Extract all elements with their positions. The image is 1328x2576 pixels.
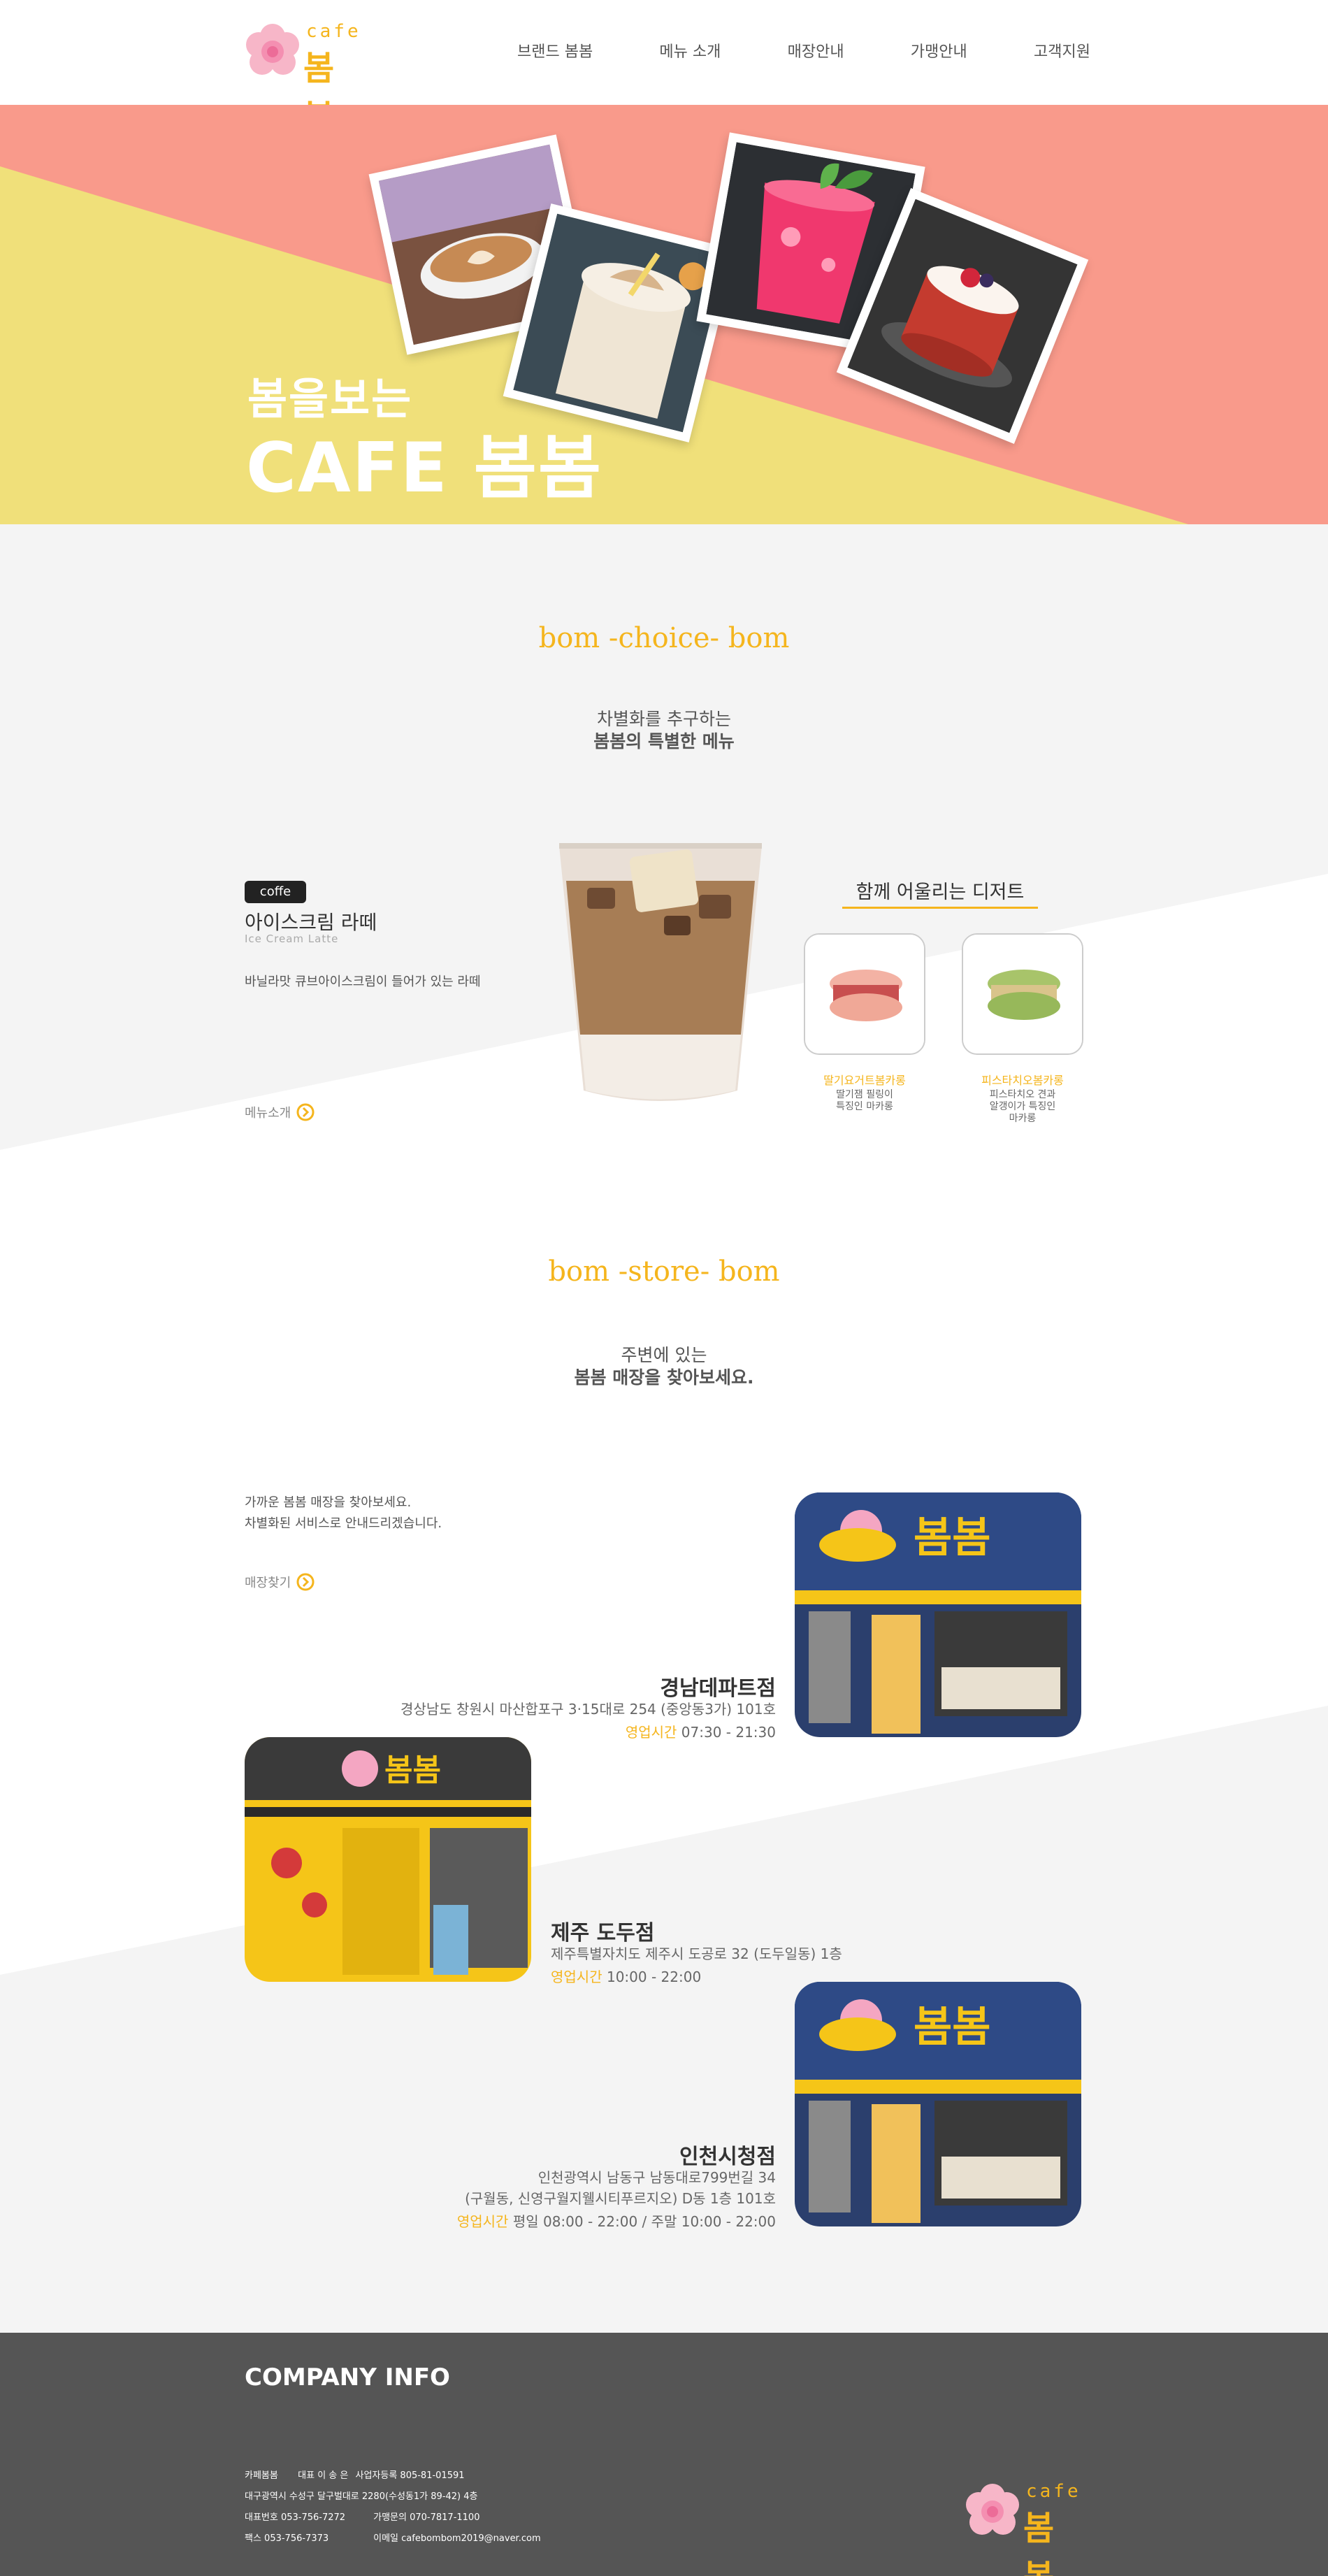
menu-more-link[interactable]: 메뉴소개 [245,1103,315,1121]
dessert-desc-1a: 딸기잼 필링이 [836,1089,893,1100]
store-addr-2: 제주특별자치도 제주시 도공로 32 (도두일동) 1층 [551,1945,842,1962]
hero-banner: 봄을보는 CAFE 봄봄 [0,105,1328,524]
footer-company: 카페봄봄 [245,2470,278,2481]
nav-franchise[interactable]: 가맹안내 [911,39,967,67]
store-find-label: 매장찾기 [245,1576,291,1590]
footer-ceo: 대표 이 송 은 [298,2470,349,2481]
pistachio-macaron-image [963,935,1082,1053]
footer-logo-name-text: 봄봄 [1023,2509,1055,2576]
choice-section-title: bom -choice- bom [538,622,790,654]
store-photo-jeju[interactable]: 봄봄 [245,1737,531,1982]
content-background [0,524,1328,2333]
store-intro: 가까운 봄봄 매장을 찾아보세요. 차별화된 서비스로 안내드리겠습니다. [245,1492,442,1534]
menu-category-badge: coffe [245,881,306,903]
svg-text:봄봄: 봄봄 [384,1753,441,1788]
store-hours-3: 영업시간 평일 08:00 - 22:00 / 주말 10:00 - 22:00 [457,2210,776,2231]
footer-address: 대구광역시 수성구 달구벌대로 2280(수성동1가 89-42) 4층 [245,2491,478,2502]
choice-desc-line2: 봄봄의 특별한 메뉴 [593,731,735,751]
dessert-desc-2a: 피스타치오 견과 [989,1089,1056,1100]
store-photo-gyeongnam[interactable]: 봄봄 [795,1492,1081,1737]
store-name-2: 제주 도두점 [551,1921,655,1945]
logo-cafe-text: cafe [306,21,361,42]
footer-row-3: 대표번호 053-756-7272 가맹문의 070-7817-1100 [245,2507,541,2528]
brand-logo[interactable]: cafe 봄봄 [245,20,363,137]
dessert-name-1: 딸기요거트봄카롱 [823,1074,906,1087]
footer-title: COMPANY INFO [245,2363,450,2391]
arrow-right-circle-icon [296,1573,315,1591]
hours-label-3: 영업시간 [456,2213,509,2230]
arrow-right-circle-icon [296,1103,315,1121]
svg-text:봄봄: 봄봄 [914,1513,990,1562]
footer-biz-no: 사업자등록 805-81-01591 [355,2470,465,2481]
store-hours-2: 영업시간 10:00 - 22:00 [551,1966,701,1986]
store-desc-line1: 주변에 있는 [621,1345,707,1365]
dessert-desc-1b: 특징인 마카롱 [836,1101,893,1112]
nav-support[interactable]: 고객지원 [1034,39,1090,67]
footer-phone: 대표번호 053-756-7272 [245,2512,346,2523]
hours-value-3: 평일 08:00 - 22:00 / 주말 10:00 - 22:00 [512,2213,776,2230]
store-intro-line2: 차별화된 서비스로 안내드리겠습니다. [245,1516,442,1531]
ice-cream-latte-image [559,843,762,1101]
strawberry-macaron-image [805,935,924,1053]
footer-email: 이메일 cafebombom2019@naver.com [373,2533,541,2544]
store-addr-3b: (구월동, 신영구월지웰시티푸르지오) D동 1층 101호 [465,2190,776,2207]
footer-logo-cafe-text: cafe [1026,2481,1081,2502]
menu-name: 아이스크림 라떼 [245,911,377,934]
footer-company-info: 카페봄봄 대표 이 송 은 사업자등록 805-81-01591 대구광역시 수… [245,2466,541,2549]
nav-menu[interactable]: 메뉴 소개 [659,39,721,67]
dessert-section-title: 함께 어울리는 디저트 [842,877,1038,909]
nav-stores[interactable]: 매장안내 [788,39,844,67]
dessert-name-2: 피스타치오봄카롱 [981,1074,1064,1087]
site-footer: COMPANY INFO 카페봄봄 대표 이 송 은 사업자등록 805-81-… [0,2333,1328,2576]
store-name-1: 경남데파트점 [660,1676,776,1701]
store-hours-1: 영업시간 07:30 - 21:30 [626,1721,776,1741]
hero-title: CAFE 봄봄 [246,429,603,508]
nav-brand[interactable]: 브랜드 봄봄 [517,39,593,67]
main-nav: 브랜드 봄봄 메뉴 소개 매장안내 가맹안내 고객지원 [517,39,1090,67]
dessert-desc-2b: 알갱이가 특징인 [989,1101,1056,1112]
footer-fax: 팩스 053-756-7373 [245,2533,329,2544]
footer-brand-logo[interactable]: cafe 봄봄 [965,2480,1083,2576]
store-find-link[interactable]: 매장찾기 [245,1573,315,1591]
hours-value-1: 07:30 - 21:30 [681,1724,776,1741]
hours-label-1: 영업시간 [625,1724,677,1741]
dessert-card-strawberry[interactable] [804,933,925,1055]
store-addr-3a: 인천광역시 남동구 남동대로799번길 34 [537,2169,776,2186]
main-content: bom -choice- bom 차별화를 추구하는 봄봄의 특별한 메뉴 co… [0,524,1328,2333]
store-addr-1: 경상남도 창원시 마산합포구 3·15대로 254 (중앙동3가) 101호 [400,1701,776,1718]
hours-value-2: 10:00 - 22:00 [606,1969,702,1985]
footer-row-4: 팩스 053-756-7373 이메일 cafebombom2019@naver… [245,2528,541,2549]
store-intro-line1: 가까운 봄봄 매장을 찾아보세요. [245,1495,412,1510]
site-header: cafe 봄봄 브랜드 봄봄 메뉴 소개 매장안내 가맹안내 고객지원 [0,0,1328,137]
store-section-title: bom -store- bom [548,1255,780,1288]
choice-desc-line1: 차별화를 추구하는 [597,709,731,729]
footer-row-1: 카페봄봄 대표 이 송 은 사업자등록 805-81-01591 [245,2466,541,2487]
footer-franchise: 가맹문의 070-7817-1100 [373,2512,480,2523]
menu-description: 바닐라맛 큐브아이스크림이 들어가 있는 라떼 [245,974,481,989]
dessert-card-pistachio[interactable] [962,933,1083,1055]
dessert-desc-2c: 마카롱 [1009,1113,1037,1124]
hours-label-2: 영업시간 [551,1969,602,1985]
footer-row-2: 대구광역시 수성구 달구벌대로 2280(수성동1가 89-42) 4층 [245,2487,541,2507]
flower-logo-icon [966,2484,1019,2535]
store-photo-incheon[interactable]: 봄봄 [795,1982,1081,2226]
store-desc-line2: 봄봄 매장을 찾아보세요. [574,1367,754,1388]
store-name-3: 인천시청점 [679,2145,776,2169]
flower-logo-icon [246,24,299,75]
menu-english-name: Ice Cream Latte [245,933,339,945]
menu-more-label: 메뉴소개 [245,1106,291,1121]
svg-text:봄봄: 봄봄 [914,2003,990,2052]
